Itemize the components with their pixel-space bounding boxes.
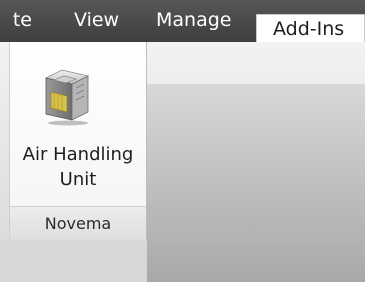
tab-partial-label: te xyxy=(12,9,32,31)
ribbon-tab-bar: te View Manage Add-Ins xyxy=(0,0,365,44)
air-handling-unit-icon xyxy=(42,68,92,126)
drawing-area[interactable] xyxy=(147,84,365,282)
button-label-line-2: Unit xyxy=(59,169,97,190)
tab-manage[interactable]: Manage xyxy=(156,0,231,42)
air-handling-unit-button-label: Air Handling Unit xyxy=(10,142,146,192)
air-handling-unit-button[interactable]: Air Handling Unit xyxy=(10,52,146,202)
button-label-line-1: Air Handling xyxy=(22,144,134,165)
tab-partial[interactable]: te xyxy=(0,0,50,42)
tab-add-ins[interactable]: Add-Ins xyxy=(256,14,365,44)
ribbon-panel: Air Handling Unit Novema xyxy=(0,42,365,282)
ribbon-group-novema: Air Handling Unit Novema xyxy=(9,42,147,240)
ribbon-group-label: Novema xyxy=(10,206,146,240)
tab-view[interactable]: View xyxy=(74,0,119,42)
